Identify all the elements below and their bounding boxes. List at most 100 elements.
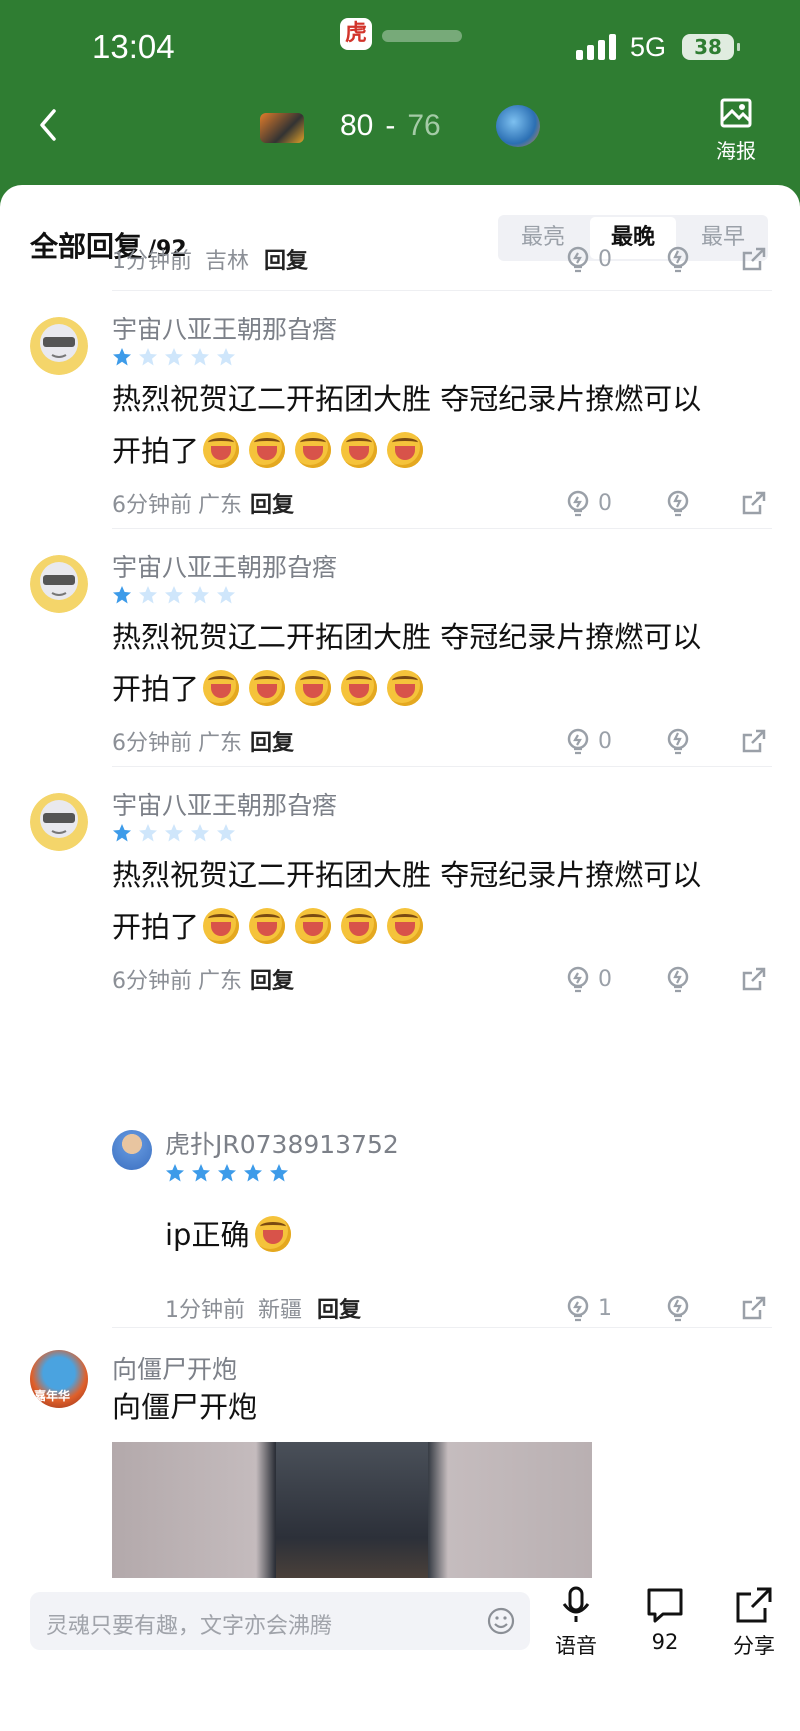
like-count: 0 — [598, 490, 612, 516]
comment-meta: 6分钟前 广东 回复 0 — [112, 963, 772, 995]
lightbulb-icon — [567, 246, 589, 273]
like-button[interactable]: 0 — [564, 963, 612, 995]
external-share-icon — [742, 729, 766, 753]
avatar-badge: 嘉年华 — [34, 1389, 71, 1403]
status-bar: 13:04 虎 5G 38 — [0, 0, 800, 95]
comment-text-tail: 开拍了 — [112, 910, 200, 944]
poster-button[interactable]: 海报 — [716, 97, 756, 164]
input-placeholder: 灵魂只要有趣，文字亦会沸腾 — [46, 1614, 333, 1639]
laughing-emoji-icon — [295, 670, 332, 706]
reply-button[interactable]: 回复 — [317, 1298, 361, 1323]
comment-meta: 1分钟前 吉林 回复 0 — [112, 243, 772, 275]
star-icon — [165, 348, 183, 366]
comment-input[interactable]: 灵魂只要有趣，文字亦会沸腾 — [30, 1592, 530, 1650]
rating-stars — [165, 1163, 289, 1183]
lightbulb-off-icon — [667, 728, 689, 755]
laughing-emoji-icon — [295, 432, 332, 468]
star-icon — [191, 824, 209, 842]
laughing-emoji-icon — [249, 908, 286, 944]
laughing-emoji-icon — [203, 670, 240, 706]
reply-button[interactable]: 回复 — [250, 731, 294, 756]
comment-username[interactable]: 宇宙八亚王朝那旮瘩 — [112, 310, 337, 346]
bottom-bar: 灵魂只要有趣，文字亦会沸腾 语音 92 分享 — [0, 1578, 800, 1731]
lightbulb-icon — [567, 490, 589, 517]
reply-button[interactable]: 回复 — [264, 249, 308, 274]
star-icon — [191, 348, 209, 366]
away-score: 76 — [407, 109, 441, 142]
emoji-icon[interactable] — [486, 1606, 516, 1636]
laughing-emoji-icon — [203, 908, 240, 944]
dislike-button[interactable] — [664, 963, 692, 995]
comment-text-line: 开拍了 — [112, 901, 772, 953]
avatar[interactable] — [30, 555, 88, 613]
voice-label: 语音 — [555, 1634, 597, 1658]
lightbulb-icon — [567, 728, 589, 755]
away-team-logo[interactable] — [496, 105, 540, 147]
reply-button[interactable]: 回复 — [250, 969, 294, 994]
like-button[interactable]: 0 — [564, 725, 612, 757]
lightbulb-off-icon — [667, 1295, 689, 1322]
comment-time: 6分钟前 — [112, 731, 192, 756]
sub-reply-content: ip正确 — [165, 1218, 250, 1252]
star-icon — [139, 824, 157, 842]
sub-reply-username[interactable]: 虎扑JR0738913752 — [165, 1125, 399, 1161]
laughing-emoji-icon — [341, 670, 378, 706]
lightbulb-icon — [567, 966, 589, 993]
share-icon — [736, 1587, 772, 1623]
dislike-button[interactable] — [664, 725, 692, 757]
comment-location: 广东 — [198, 493, 243, 518]
comment-time: 6分钟前 — [112, 493, 192, 518]
avatar[interactable] — [30, 317, 88, 375]
share-comment-button[interactable] — [740, 1292, 768, 1324]
external-share-icon — [742, 1296, 766, 1320]
dislike-button[interactable] — [664, 487, 692, 519]
voice-button[interactable]: 语音 — [541, 1586, 611, 1660]
comments-button[interactable]: 92 — [630, 1586, 700, 1654]
comment-username[interactable]: 宇宙八亚王朝那旮瘩 — [112, 548, 337, 584]
external-share-icon — [742, 491, 766, 515]
star-icon — [244, 1164, 262, 1182]
star-icon — [139, 586, 157, 604]
share-comment-button[interactable] — [740, 243, 768, 275]
comment-text: 热烈祝贺辽二开拓团大胜 夺冠纪录片撩燃可以 开拍了 — [112, 611, 772, 715]
external-share-icon — [742, 247, 766, 271]
comment-count-label: 92 — [651, 1630, 679, 1654]
lightbulb-icon — [567, 1295, 589, 1322]
avatar[interactable]: 嘉年华 — [30, 1350, 88, 1408]
home-team-logo[interactable] — [260, 113, 304, 143]
poster-label: 海报 — [716, 139, 756, 163]
share-comment-button[interactable] — [740, 963, 768, 995]
avatar[interactable] — [112, 1130, 152, 1170]
comment-meta: 6分钟前 广东 回复 0 — [112, 725, 772, 757]
avatar[interactable] — [30, 793, 88, 851]
chevron-left-icon — [40, 109, 56, 141]
like-button[interactable]: 0 — [564, 243, 612, 275]
comment-location: 新疆 — [258, 1298, 303, 1323]
star-icon — [192, 1164, 210, 1182]
star-icon — [113, 824, 131, 842]
divider — [112, 1327, 772, 1328]
laughing-emoji-icon — [203, 432, 240, 468]
dislike-button[interactable] — [664, 243, 692, 275]
back-button[interactable] — [30, 105, 70, 145]
share-comment-button[interactable] — [740, 725, 768, 757]
comment-username[interactable]: 宇宙八亚王朝那旮瘩 — [112, 786, 337, 822]
like-button[interactable]: 0 — [564, 487, 612, 519]
like-button[interactable]: 1 — [564, 1292, 612, 1324]
star-icon — [270, 1164, 288, 1182]
star-icon — [139, 348, 157, 366]
like-count: 0 — [598, 246, 612, 272]
sub-reply-text: ip正确 — [165, 1209, 800, 1261]
reply-button[interactable]: 回复 — [250, 493, 294, 518]
share-comment-button[interactable] — [740, 487, 768, 519]
dislike-button[interactable] — [664, 1292, 692, 1324]
score-separator: - — [385, 109, 396, 142]
status-blurred-area — [382, 30, 462, 42]
star-icon — [165, 824, 183, 842]
lightbulb-off-icon — [667, 246, 689, 273]
share-button[interactable]: 分享 — [719, 1586, 789, 1660]
star-icon — [191, 586, 209, 604]
comment-text-line: 开拍了 — [112, 425, 772, 477]
divider — [112, 528, 772, 529]
rating-stars — [112, 347, 236, 367]
